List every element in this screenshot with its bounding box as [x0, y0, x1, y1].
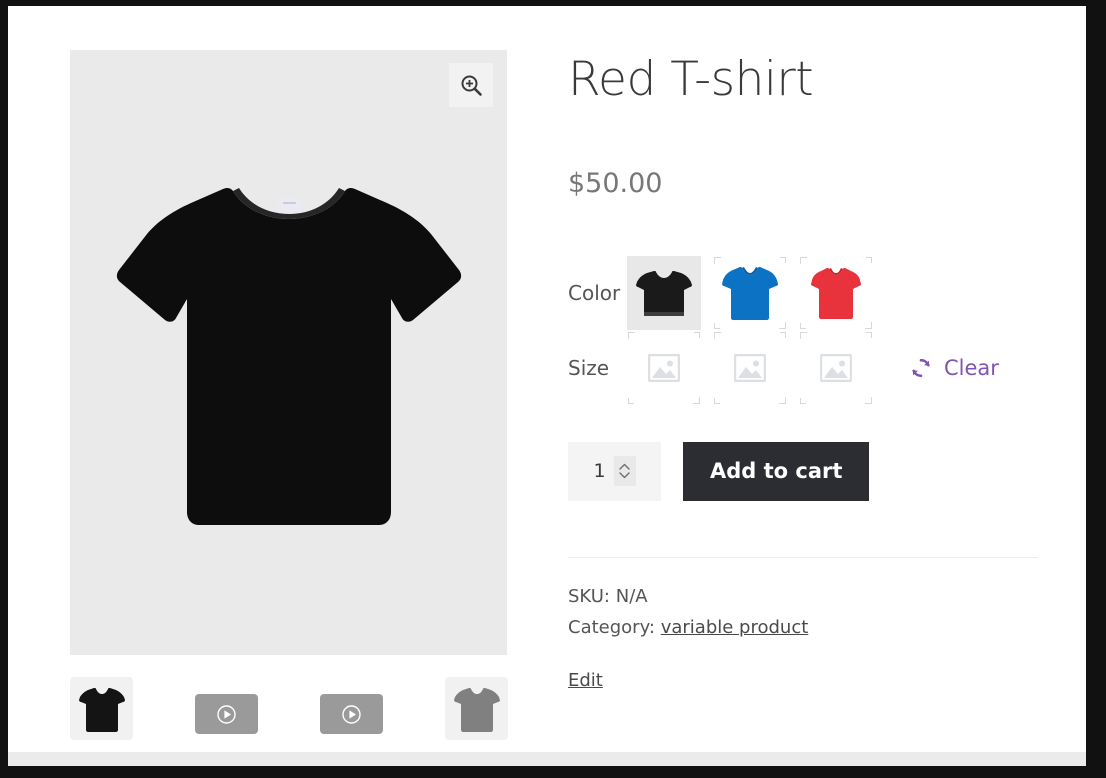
quantity-stepper[interactable]	[613, 456, 636, 487]
meta-divider	[568, 556, 1038, 558]
sku-line: SKU: N/A	[568, 582, 1038, 613]
thumbnail-video-2[interactable]	[320, 694, 383, 734]
size-swatch-list: Clear	[627, 331, 999, 406]
play-circle-icon	[342, 704, 361, 724]
variation-form: Color Size Clear	[568, 256, 1038, 406]
main-product-image[interactable]	[70, 50, 507, 655]
quantity-value: 1	[593, 460, 606, 483]
category-label: Category:	[568, 616, 655, 638]
swatch-size-3[interactable]	[799, 331, 873, 406]
swatch-size-1[interactable]	[627, 331, 701, 406]
magnifier-plus-icon	[461, 75, 482, 96]
sku-label: SKU:	[568, 585, 610, 607]
add-to-cart-form: 1 Add to cart	[568, 441, 1038, 501]
thumbnail-gray-tshirt[interactable]	[445, 677, 508, 740]
sku-value: N/A	[615, 585, 648, 607]
category-link[interactable]: variable product	[661, 617, 809, 638]
quantity-input[interactable]: 1	[568, 441, 661, 501]
black-tshirt-graphic	[116, 187, 461, 525]
refresh-circle-arrows-icon	[912, 359, 930, 378]
red-tshirt-swatch-icon	[811, 268, 861, 320]
clear-variations-link[interactable]: Clear	[909, 356, 999, 380]
color-swatch-list	[627, 256, 885, 331]
swatch-color-red[interactable]	[799, 256, 873, 331]
gray-tshirt-thumb-icon	[453, 687, 500, 732]
variation-label-color: Color	[568, 281, 621, 306]
horizontal-scrollbar[interactable]	[8, 752, 1086, 766]
swatch-size-2[interactable]	[713, 331, 787, 406]
chevron-up-icon[interactable]	[619, 463, 630, 470]
product-title: Red T-shirt	[568, 52, 814, 107]
product-price: $50.00	[568, 167, 663, 199]
play-circle-icon	[217, 704, 236, 724]
add-to-cart-button[interactable]: Add to cart	[683, 441, 870, 501]
product-page: Red T-shirt $50.00 Color Size Clear 1 Ad…	[8, 6, 1086, 752]
black-tshirt-swatch-icon	[636, 271, 692, 317]
chevron-down-icon[interactable]	[619, 472, 630, 479]
zoom-image-button[interactable]	[449, 63, 493, 107]
product-summary: Red T-shirt $50.00 Color Size Clear 1 Ad…	[568, 50, 1038, 697]
image-placeholder-icon	[820, 354, 852, 383]
thumbnail-video-1[interactable]	[195, 694, 258, 734]
product-meta: SKU: N/A Category: variable product Edit	[568, 582, 1038, 697]
edit-product-link[interactable]: Edit	[568, 666, 603, 697]
variation-row-size: Size Clear	[568, 331, 1038, 406]
swatch-color-black[interactable]	[627, 256, 701, 331]
blue-tshirt-swatch-icon	[722, 267, 778, 321]
clear-label: Clear	[944, 356, 999, 381]
swatch-color-blue[interactable]	[713, 256, 787, 331]
category-line: Category: variable product	[568, 613, 1038, 644]
variation-row-color: Color	[568, 256, 1038, 331]
browser-viewport: Red T-shirt $50.00 Color Size Clear 1 Ad…	[8, 6, 1086, 752]
variation-label-size: Size	[568, 356, 610, 381]
image-placeholder-icon	[648, 354, 680, 383]
black-tshirt-thumb-icon	[78, 687, 125, 732]
gallery-thumbnails	[70, 677, 508, 740]
thumbnail-black-tshirt[interactable]	[70, 677, 133, 740]
image-placeholder-icon	[734, 354, 766, 383]
product-gallery	[70, 50, 508, 740]
